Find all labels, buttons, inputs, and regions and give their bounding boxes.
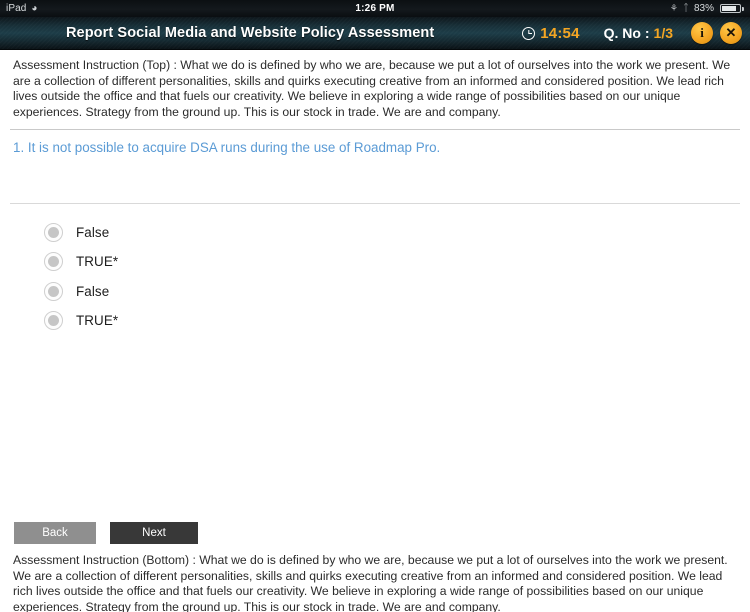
- header-controls: 14:54 Q. No : 1/3 i ✕: [500, 22, 742, 44]
- back-button[interactable]: Back: [14, 522, 96, 544]
- close-icon[interactable]: ✕: [720, 22, 742, 44]
- answer-option-label: TRUE*: [76, 254, 119, 270]
- radio-button-icon[interactable]: [44, 222, 63, 242]
- answer-option-1[interactable]: False: [44, 217, 750, 247]
- answer-option-label: TRUE*: [76, 313, 119, 329]
- status-bar-clock: 1:26 PM: [355, 3, 395, 14]
- countdown-timer: 14:54: [522, 25, 579, 42]
- clock-icon: [522, 26, 536, 40]
- info-icon[interactable]: i: [691, 22, 713, 44]
- answer-option-3[interactable]: False: [44, 276, 750, 306]
- page-title: Report Social Media and Website Policy A…: [65, 25, 435, 41]
- ios-status-bar: iPad ◕ 1:26 PM ⚘ ᛏ 83%: [0, 0, 750, 17]
- answer-option-label: False: [76, 224, 110, 240]
- answer-option-label: False: [76, 283, 110, 299]
- bluetooth-icon: ᛏ: [682, 2, 689, 14]
- assessment-header-bar: Report Social Media and Website Policy A…: [0, 17, 750, 50]
- navigation-buttons: Back Next: [14, 522, 198, 544]
- radio-button-icon[interactable]: [44, 311, 63, 331]
- rotation-lock-icon: ⚘: [669, 3, 678, 13]
- question-counter-value: 1/3: [653, 25, 673, 41]
- next-button[interactable]: Next: [110, 522, 198, 544]
- question-counter: Q. No : 1/3: [604, 25, 673, 41]
- radio-button-icon[interactable]: [44, 252, 63, 272]
- answer-option-2[interactable]: TRUE*: [44, 247, 750, 277]
- battery-percent-label: 83%: [693, 3, 714, 14]
- status-bar-right: ⚘ ᛏ 83%: [670, 3, 744, 14]
- question-text: 1. It is not possible to acquire DSA run…: [13, 140, 441, 156]
- assessment-content: Assessment Instruction (Top) : What we d…: [0, 50, 750, 612]
- instruction-top-text: Assessment Instruction (Top) : What we d…: [13, 58, 731, 119]
- timer-value: 14:54: [540, 24, 580, 42]
- question-counter-label: Q. No :: [603, 25, 650, 41]
- answer-options-list: False TRUE* False TRUE*: [0, 204, 750, 335]
- answer-option-4[interactable]: TRUE*: [44, 306, 750, 336]
- header-buttons: i ✕: [691, 22, 742, 44]
- battery-icon: [720, 4, 744, 13]
- radio-button-icon[interactable]: [44, 281, 63, 301]
